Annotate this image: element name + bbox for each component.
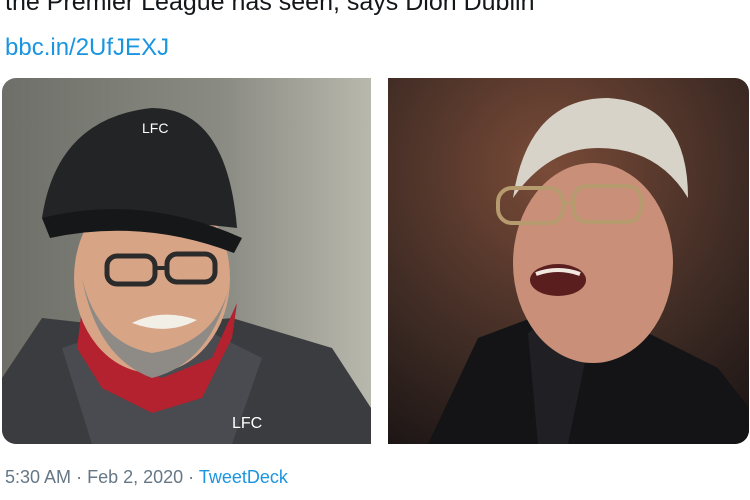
media-grid: LFC LFC	[2, 78, 749, 444]
photo-left[interactable]: LFC LFC	[2, 78, 371, 444]
media-divider	[371, 78, 388, 444]
tweet-date[interactable]: Feb 2, 2020	[87, 467, 183, 487]
tweet-link[interactable]: bbc.in/2UfJEXJ	[5, 33, 169, 63]
tweet-source-link[interactable]: TweetDeck	[199, 467, 288, 487]
tweet-text: the Premier League has seen, says Dion D…	[5, 0, 535, 16]
tweet-meta: 5:30 AM · Feb 2, 2020 · TweetDeck	[5, 465, 288, 489]
man-in-cap-portrait-icon: LFC LFC	[2, 78, 371, 444]
man-with-glasses-portrait-icon	[388, 78, 749, 444]
tweet-time[interactable]: 5:30 AM	[5, 467, 71, 487]
photo-right[interactable]	[388, 78, 749, 444]
jacket-logo: LFC	[232, 415, 262, 432]
cap-logo: LFC	[142, 120, 168, 136]
meta-separator: ·	[76, 467, 83, 487]
meta-separator: ·	[188, 467, 195, 487]
